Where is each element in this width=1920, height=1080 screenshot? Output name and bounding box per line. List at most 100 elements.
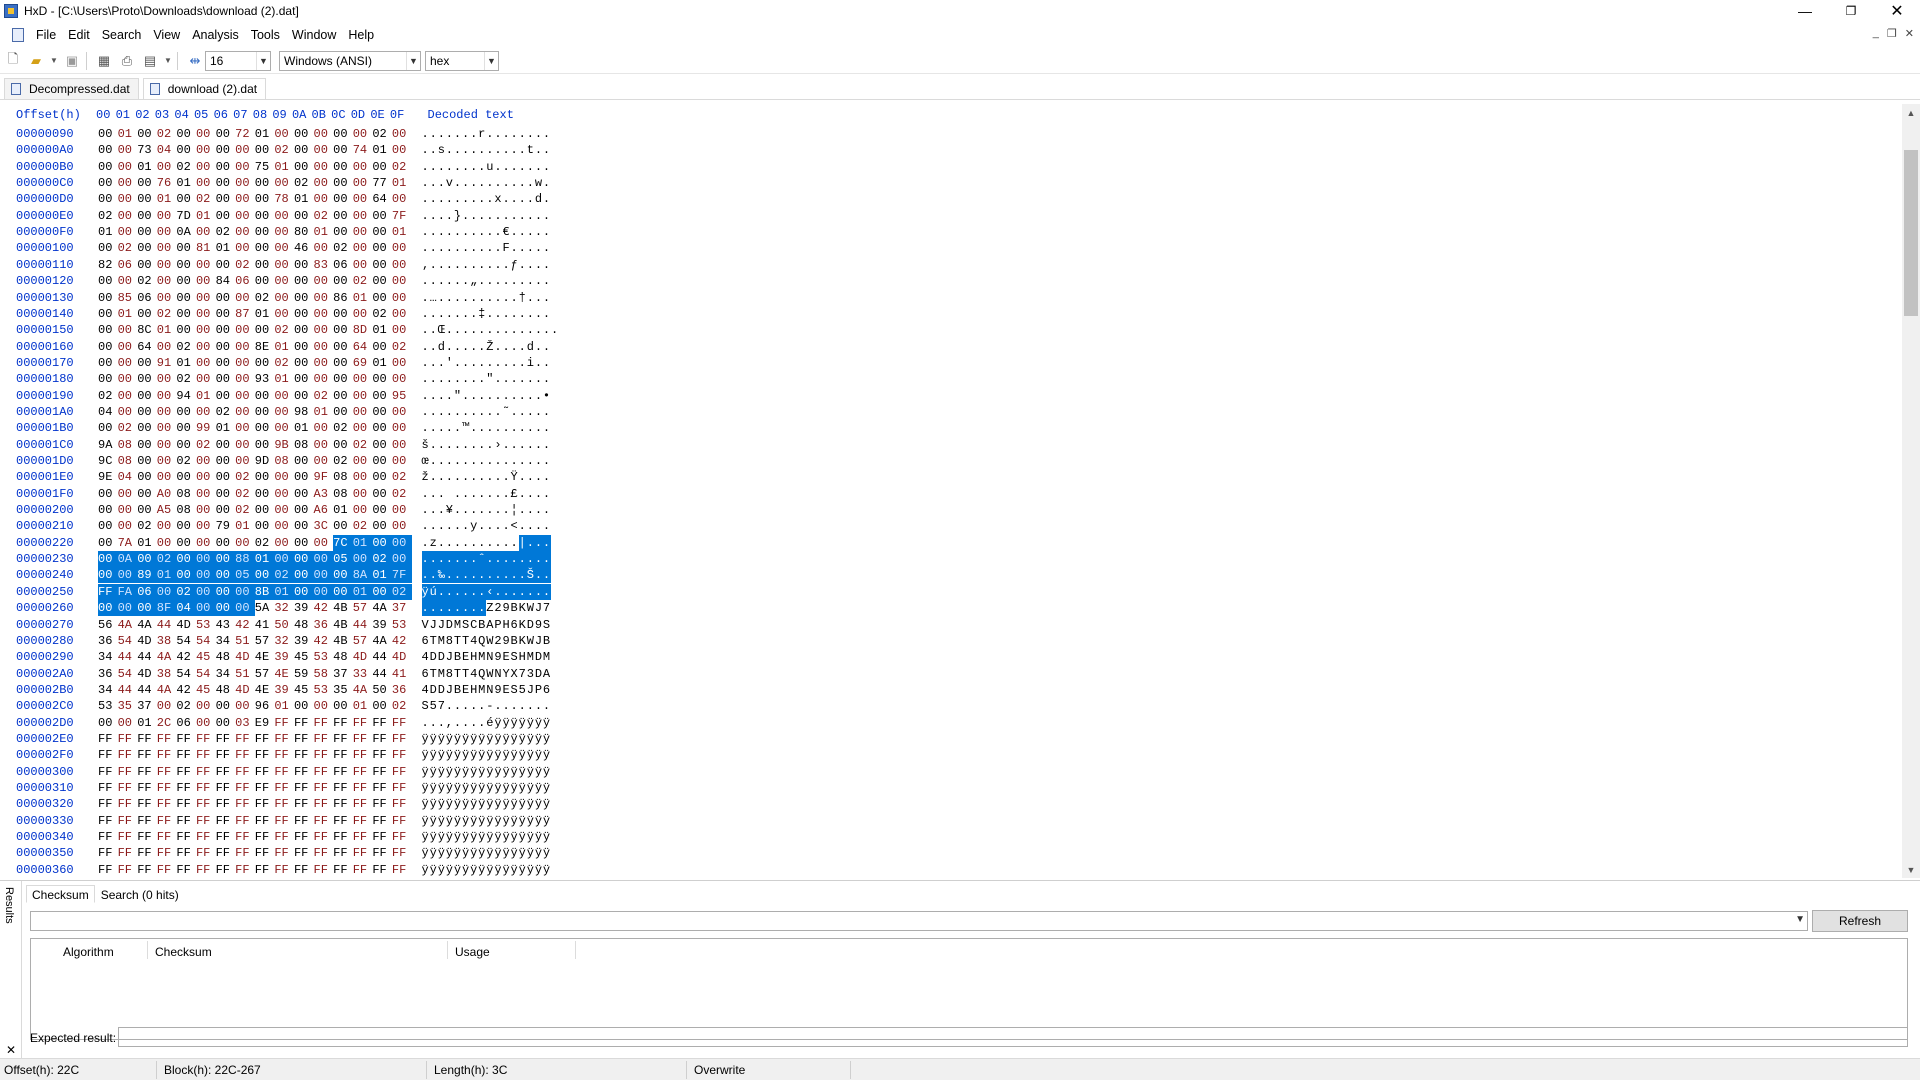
hex-byte[interactable]: FF bbox=[216, 796, 236, 812]
hex-byte[interactable]: FF bbox=[314, 780, 334, 796]
hex-byte[interactable]: 02 bbox=[255, 535, 275, 551]
hex-byte[interactable]: 02 bbox=[274, 355, 294, 371]
hex-byte[interactable]: 00 bbox=[333, 322, 353, 338]
hex-byte[interactable]: 00 bbox=[255, 420, 275, 436]
hex-byte[interactable]: 43 bbox=[216, 617, 236, 633]
hex-byte[interactable]: 00 bbox=[333, 583, 353, 600]
hex-byte[interactable]: 00 bbox=[313, 567, 334, 584]
hex-byte[interactable]: 02 bbox=[391, 583, 412, 600]
hex-byte[interactable]: FF bbox=[353, 764, 373, 780]
hex-byte[interactable]: 00 bbox=[274, 306, 294, 322]
hex-byte[interactable]: FF bbox=[333, 764, 353, 780]
hex-byte[interactable]: 53 bbox=[314, 682, 334, 698]
hex-byte[interactable]: 00 bbox=[235, 208, 255, 224]
hex-byte[interactable]: 00 bbox=[118, 371, 138, 387]
hex-byte[interactable]: FF bbox=[157, 780, 177, 796]
hex-byte[interactable]: 00 bbox=[372, 159, 392, 175]
decoded-text[interactable]: ..... ™.......... bbox=[422, 420, 552, 436]
hex-byte[interactable]: 06 bbox=[118, 257, 138, 273]
menu-view[interactable]: View bbox=[147, 24, 186, 46]
hex-byte[interactable]: FF bbox=[333, 731, 353, 747]
hex-byte[interactable]: 00 bbox=[294, 535, 314, 551]
hex-byte[interactable]: 01 bbox=[274, 159, 294, 175]
hex-byte[interactable]: FF bbox=[294, 845, 314, 861]
hex-byte[interactable]: 01 bbox=[274, 371, 294, 387]
hex-byte[interactable]: 00 bbox=[137, 469, 157, 485]
hex-byte[interactable]: 54 bbox=[196, 633, 216, 649]
hex-byte[interactable]: 72 bbox=[235, 126, 255, 142]
hex-byte[interactable]: 00 bbox=[216, 715, 236, 731]
hex-byte[interactable]: 00 bbox=[352, 551, 373, 568]
hex-byte[interactable]: FF bbox=[372, 829, 392, 845]
hex-byte[interactable]: 01 bbox=[216, 240, 236, 256]
hex-byte[interactable]: 48 bbox=[333, 649, 353, 665]
hex-byte[interactable]: 8B bbox=[254, 583, 275, 600]
hex-byte[interactable]: FF bbox=[118, 780, 138, 796]
decoded-text[interactable]: ...,....éÿÿÿÿÿÿÿ bbox=[422, 715, 552, 731]
hex-byte[interactable]: 00 bbox=[137, 175, 157, 191]
decoded-text[interactable]: ...... y.... <.... bbox=[422, 518, 552, 534]
hex-byte[interactable]: 39 bbox=[294, 600, 314, 616]
hex-byte[interactable]: 4A bbox=[157, 682, 177, 698]
hex-byte[interactable]: 44 bbox=[137, 649, 157, 665]
hex-byte[interactable]: 00 bbox=[255, 469, 275, 485]
hex-byte[interactable]: 00 bbox=[314, 437, 334, 453]
hex-byte[interactable]: 00 bbox=[314, 191, 334, 207]
hex-byte[interactable]: 00 bbox=[98, 535, 118, 551]
hex-byte[interactable]: 02 bbox=[176, 159, 196, 175]
decoded-text[interactable]: ...... „......... bbox=[422, 273, 552, 289]
hex-byte[interactable]: 34 bbox=[98, 649, 118, 665]
hex-byte[interactable]: FF bbox=[196, 764, 216, 780]
hex-byte[interactable]: 00 bbox=[353, 224, 373, 240]
hex-byte[interactable]: FF bbox=[274, 829, 294, 845]
hex-byte[interactable]: FF bbox=[157, 845, 177, 861]
hex-byte[interactable]: FF bbox=[235, 780, 255, 796]
hex-byte[interactable]: 00 bbox=[216, 339, 236, 355]
hex-byte[interactable]: 53 bbox=[98, 698, 118, 714]
hex-byte[interactable]: 00 bbox=[216, 306, 236, 322]
decoded-text[interactable]: .….......... †... bbox=[422, 290, 552, 306]
hex-byte[interactable]: 00 bbox=[117, 600, 138, 617]
tab-search[interactable]: Search (0 hits) bbox=[95, 885, 185, 903]
hex-byte[interactable]: 02 bbox=[137, 273, 157, 289]
decoded-text[interactable]: ....}........... bbox=[422, 208, 552, 224]
hex-byte[interactable]: FF bbox=[157, 747, 177, 763]
page-button[interactable]: ▤ bbox=[140, 51, 160, 71]
hex-byte[interactable]: FF bbox=[294, 813, 314, 829]
hex-byte[interactable]: 48 bbox=[216, 649, 236, 665]
hex-byte[interactable]: 45 bbox=[294, 649, 314, 665]
hex-byte[interactable]: 00 bbox=[392, 404, 412, 420]
hex-byte[interactable]: 00 bbox=[118, 502, 138, 518]
scroll-thumb[interactable] bbox=[1904, 150, 1918, 316]
hex-byte[interactable]: FF bbox=[333, 715, 353, 731]
decoded-text[interactable]: .......ˆ........ bbox=[421, 551, 551, 568]
hex-byte[interactable]: FF bbox=[255, 845, 275, 861]
hex-byte[interactable]: 00 bbox=[255, 404, 275, 420]
decoded-text[interactable]: 4DDJBEHMN9ES5JP6 bbox=[422, 682, 552, 698]
hex-row[interactable]: 00000170 00 00 00 91 01 00 00 00 00 02 00 00 00 69 01 00… bbox=[16, 355, 551, 371]
hex-byte[interactable]: 02 bbox=[333, 453, 353, 469]
decoded-text[interactable]: .. ‰.......... Š.. bbox=[421, 567, 551, 584]
hex-byte[interactable]: 00 bbox=[176, 567, 196, 584]
hex-byte[interactable]: 00 bbox=[196, 339, 216, 355]
hex-byte[interactable]: FF bbox=[157, 862, 177, 878]
hex-row[interactable]: 000000F0 01 00 00 00 0A 00 02 00 00 00 80 01 00 00 00 01… bbox=[16, 224, 551, 240]
hex-byte[interactable]: 93 bbox=[255, 371, 275, 387]
hex-byte[interactable]: 08 bbox=[176, 502, 196, 518]
encoding-select[interactable]: Windows (ANSI) ▼ bbox=[279, 50, 421, 71]
hex-byte[interactable]: FF bbox=[137, 731, 157, 747]
hex-byte[interactable]: 00 bbox=[314, 306, 334, 322]
hex-byte[interactable]: 00 bbox=[176, 420, 196, 436]
hex-byte[interactable]: FF bbox=[235, 731, 255, 747]
decoded-text[interactable]: ÿ ú...... ‹....... bbox=[421, 583, 551, 600]
hex-byte[interactable]: FF bbox=[314, 813, 334, 829]
menu-file[interactable]: File bbox=[30, 24, 62, 46]
hex-row[interactable]: 00000090 00 01 00 02 00 00 00 72 01 00 00 00 00 00 02 00… bbox=[16, 126, 551, 142]
hex-byte[interactable]: FF bbox=[314, 862, 334, 878]
hex-row[interactable]: 00000150 00 00 8C 01 00 00 00 00 00 02 00 00 00 8D 01 00… bbox=[16, 322, 559, 338]
hex-byte[interactable]: 00 bbox=[294, 486, 314, 502]
hex-byte[interactable]: 08 bbox=[118, 437, 138, 453]
decoded-text[interactable]: ž..........Ÿ.... bbox=[422, 469, 552, 485]
decoded-text[interactable]: ....... ‡........ bbox=[422, 306, 552, 322]
hex-byte[interactable]: 00 bbox=[156, 583, 177, 600]
